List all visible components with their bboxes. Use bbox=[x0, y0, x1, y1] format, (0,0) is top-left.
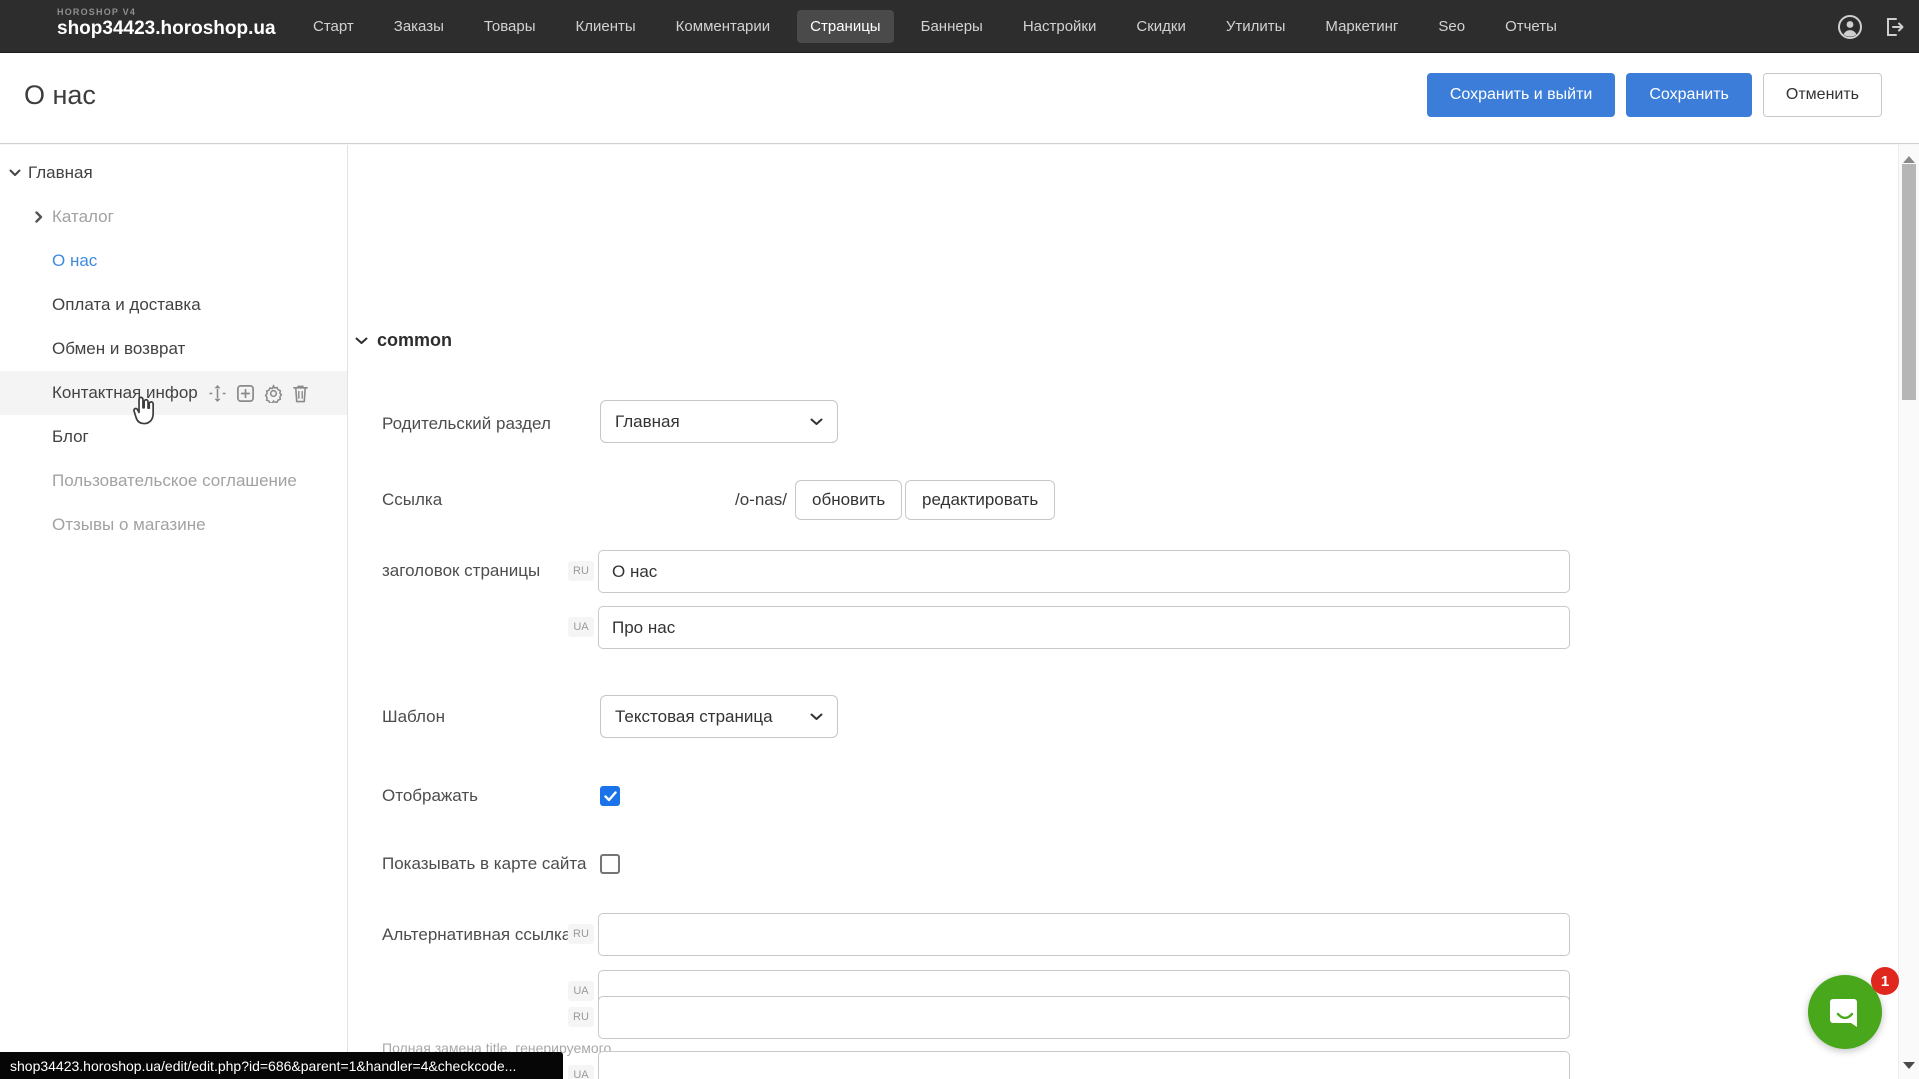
page-title-ua-input[interactable] bbox=[598, 606, 1570, 649]
tree-item-oplata-i-dostavka[interactable]: Оплата и доставка bbox=[0, 283, 347, 327]
nav-item-clients[interactable]: Клиенты bbox=[563, 10, 649, 43]
html-title-ru-input[interactable] bbox=[598, 996, 1570, 1039]
link-path-value: /o-nas/ bbox=[735, 478, 787, 522]
display-label: Отображать bbox=[382, 774, 478, 818]
nav-item-marketing[interactable]: Маркетинг bbox=[1312, 10, 1411, 43]
page-title-label: заголовок страницы bbox=[382, 549, 540, 593]
save-button[interactable]: Сохранить bbox=[1626, 73, 1752, 117]
section-common-header[interactable]: common bbox=[355, 330, 452, 351]
chevron-down-icon bbox=[355, 337, 368, 345]
scrollbar-thumb[interactable] bbox=[1902, 164, 1916, 400]
settings-gear-icon[interactable] bbox=[264, 384, 283, 403]
tree-item-label: Каталог bbox=[52, 207, 114, 227]
chevron-down-icon bbox=[810, 713, 823, 721]
drag-move-icon[interactable] bbox=[208, 384, 227, 403]
selected-value: Текстовая страница bbox=[615, 707, 773, 727]
nav-item-banners[interactable]: Баннеры bbox=[908, 10, 996, 43]
tree-item-polzovatelskoe-soglashenie[interactable]: Пользовательское соглашение bbox=[0, 459, 347, 503]
alt-link-ru-input[interactable] bbox=[598, 913, 1570, 956]
tree-item-label: Блог bbox=[52, 427, 89, 447]
template-label: Шаблон bbox=[382, 695, 445, 739]
tree-item-label: Оплата и доставка bbox=[52, 295, 201, 315]
tree-item-katalog[interactable]: Каталог bbox=[0, 195, 347, 239]
brand-shop-domain: shop34423.horoshop.ua bbox=[57, 18, 276, 40]
tree-item-label: Обмен и возврат bbox=[52, 339, 185, 359]
lang-badge-ru: RU bbox=[568, 924, 594, 944]
page-title-ru-input[interactable] bbox=[598, 550, 1570, 593]
tree-item-obmen-i-vozvrat[interactable]: Обмен и возврат bbox=[0, 327, 347, 371]
user-account-icon[interactable] bbox=[1837, 14, 1863, 40]
chat-launcher-button[interactable]: 1 bbox=[1808, 975, 1882, 1049]
tree-item-glavnaya[interactable]: Главная bbox=[0, 151, 347, 195]
top-navigation: Старт Заказы Товары Клиенты Комментарии … bbox=[300, 0, 1570, 53]
html-title-ua-input[interactable] bbox=[598, 1051, 1570, 1079]
link-edit-button[interactable]: редактировать bbox=[905, 480, 1055, 520]
logout-icon[interactable] bbox=[1883, 16, 1905, 38]
nav-item-pages[interactable]: Страницы bbox=[797, 10, 893, 43]
tree-item-kontaktnaya-infor[interactable]: Контактная инфор bbox=[0, 371, 347, 415]
topbar: HOROSHOP V4 shop34423.horoshop.ua Старт … bbox=[0, 0, 1919, 53]
tree-item-o-nas[interactable]: О нас bbox=[0, 239, 347, 283]
lang-badge-ua: UA bbox=[568, 981, 594, 1001]
tree-item-action-icons bbox=[208, 384, 309, 403]
parent-section-label: Родительский раздел bbox=[382, 402, 551, 446]
link-preview-statusbar: shop34423.horoshop.ua/edit/edit.php?id=6… bbox=[0, 1052, 563, 1079]
sitemap-checkbox[interactable] bbox=[600, 854, 620, 874]
app-window: HOROSHOP V4 shop34423.horoshop.ua Старт … bbox=[0, 0, 1919, 1079]
lang-badge-ua: UA bbox=[568, 617, 594, 637]
tree-item-otzyvy-o-magazine[interactable]: Отзывы о магазине bbox=[0, 503, 347, 547]
chat-unread-badge: 1 bbox=[1871, 967, 1899, 995]
nav-item-settings[interactable]: Настройки bbox=[1010, 10, 1110, 43]
tree-item-blog[interactable]: Блог bbox=[0, 415, 347, 459]
template-select[interactable]: Текстовая страница bbox=[600, 695, 838, 738]
display-checkbox[interactable] bbox=[600, 786, 620, 806]
tree-item-label: Пользовательское соглашение bbox=[52, 471, 297, 491]
chevron-right-icon[interactable] bbox=[35, 211, 43, 223]
sitemap-label: Показывать в карте сайта bbox=[382, 842, 586, 886]
tree-item-label: Контактная инфор bbox=[52, 383, 198, 403]
link-label: Ссылка bbox=[382, 478, 442, 522]
check-icon bbox=[604, 791, 617, 802]
add-page-icon[interactable] bbox=[236, 384, 255, 403]
nav-item-reports[interactable]: Отчеты bbox=[1492, 10, 1570, 43]
topbar-right-icons bbox=[1837, 0, 1905, 53]
section-title: common bbox=[377, 330, 452, 351]
header-actions: Сохранить и выйти Сохранить Отменить bbox=[1427, 73, 1882, 117]
chevron-down-icon bbox=[810, 418, 823, 426]
nav-item-seo[interactable]: Seo bbox=[1425, 10, 1478, 43]
brand-version-label: HOROSHOP V4 bbox=[57, 7, 276, 17]
lang-badge-ru: RU bbox=[568, 1007, 594, 1027]
page-header: О нас Сохранить и выйти Сохранить Отмени… bbox=[0, 54, 1919, 144]
nav-item-utilities[interactable]: Утилиты bbox=[1213, 10, 1299, 43]
link-update-button[interactable]: обновить bbox=[795, 480, 902, 520]
chevron-down-icon[interactable] bbox=[9, 169, 21, 177]
selected-value: Главная bbox=[615, 412, 680, 432]
save-and-exit-button[interactable]: Сохранить и выйти bbox=[1427, 73, 1616, 117]
nav-item-orders[interactable]: Заказы bbox=[381, 10, 457, 43]
nav-item-comments[interactable]: Комментарии bbox=[663, 10, 783, 43]
scroll-down-arrow-icon[interactable] bbox=[1903, 1056, 1915, 1074]
page-title: О нас bbox=[24, 80, 96, 111]
cancel-button[interactable]: Отменить bbox=[1763, 73, 1882, 117]
tree-item-label: О нас bbox=[52, 251, 97, 271]
vertical-scrollbar[interactable] bbox=[1898, 145, 1919, 1079]
nav-item-products[interactable]: Товары bbox=[471, 10, 549, 43]
tree-item-label: Отзывы о магазине bbox=[52, 515, 206, 535]
pages-tree-sidebar: Главная Каталог О нас Оплата и доставка … bbox=[0, 145, 348, 1079]
nav-item-discounts[interactable]: Скидки bbox=[1123, 10, 1198, 43]
delete-trash-icon[interactable] bbox=[292, 384, 309, 403]
chat-bubble-icon bbox=[1826, 993, 1864, 1031]
lang-badge-ua: UA bbox=[568, 1065, 594, 1079]
lang-badge-ru: RU bbox=[568, 561, 594, 581]
alt-link-label: Альтернативная ссылка bbox=[382, 913, 571, 957]
tree-item-label: Главная bbox=[28, 163, 93, 183]
page-edit-form: common Родительский раздел Главная Ссылк… bbox=[349, 145, 1898, 1079]
nav-item-start[interactable]: Старт bbox=[300, 10, 367, 43]
brand-logo[interactable]: HOROSHOP V4 shop34423.horoshop.ua bbox=[57, 7, 276, 40]
parent-section-select[interactable]: Главная bbox=[600, 400, 838, 443]
